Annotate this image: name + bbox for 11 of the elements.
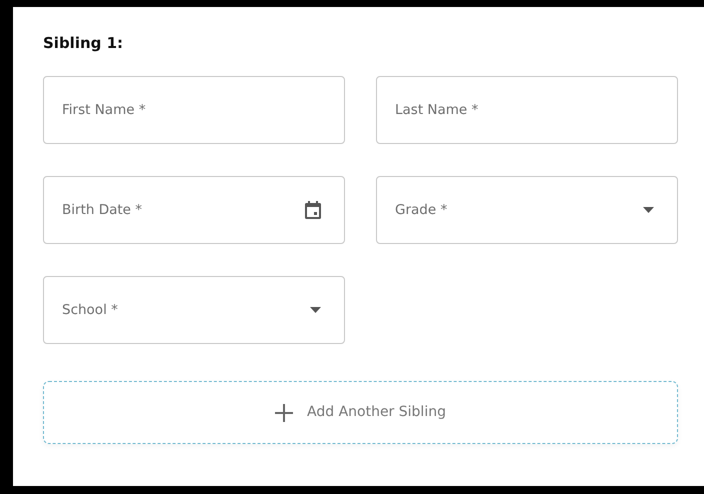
dropdown-field[interactable]: School *: [43, 276, 345, 344]
add-sibling-button[interactable]: Add Another Sibling: [43, 381, 678, 444]
plus-icon: [275, 404, 294, 422]
input-field[interactable]: First Name *: [43, 76, 345, 144]
dropdown-caret-icon: [310, 307, 321, 313]
input-field[interactable]: Last Name *: [376, 76, 678, 144]
date-field[interactable]: Birth Date *: [43, 176, 345, 244]
section-title: Sibling 1:: [43, 33, 124, 53]
calendar-icon: [305, 201, 321, 219]
dropdown-field[interactable]: Grade *: [376, 176, 678, 244]
dropdown-caret-icon: [643, 207, 654, 213]
